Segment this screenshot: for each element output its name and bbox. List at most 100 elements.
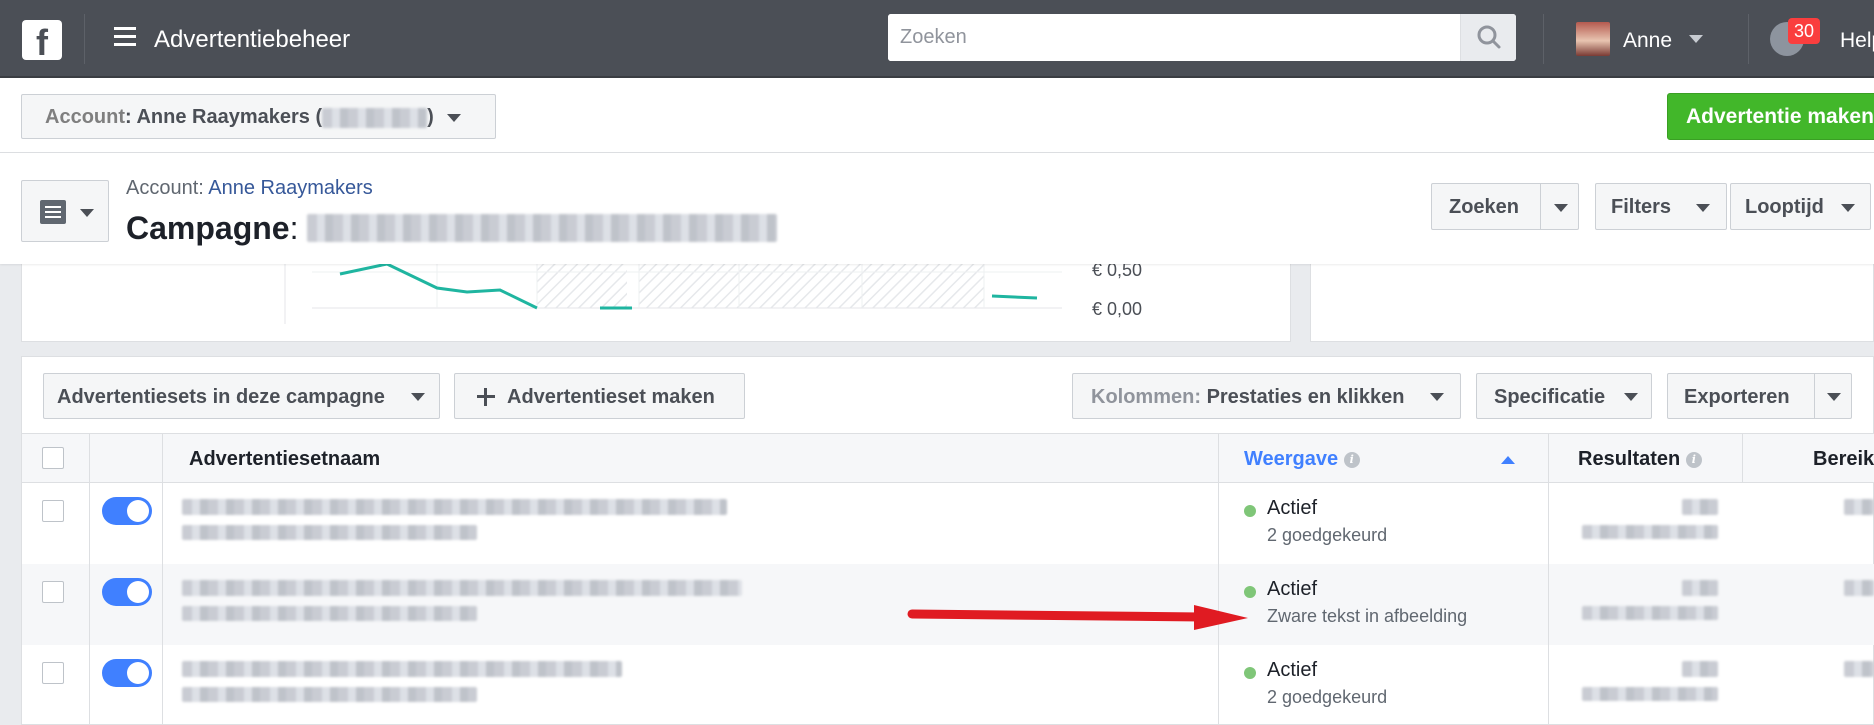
chevron-down-icon xyxy=(447,113,462,122)
delivery-status: Actief xyxy=(1267,659,1318,681)
view-toggle-button[interactable] xyxy=(21,180,109,242)
redacted-results xyxy=(1682,580,1718,596)
row-checkbox[interactable] xyxy=(42,662,64,684)
note-icon xyxy=(40,200,66,224)
adset-toggle[interactable] xyxy=(102,578,152,606)
columns-value: Prestaties en klikken xyxy=(1206,386,1405,408)
select-all-checkbox[interactable] xyxy=(42,447,64,469)
app-title[interactable]: Advertentiebeheer xyxy=(154,26,350,54)
row-checkbox[interactable] xyxy=(42,581,64,603)
account-name: : Anne Raaymakers ( xyxy=(125,106,323,128)
table-row[interactable]: Actief 2 goedgekeurd xyxy=(22,483,1874,564)
results-header-label: Resultaten xyxy=(1578,448,1681,470)
adset-toggle[interactable] xyxy=(102,497,152,525)
table-header: Advertentiesetnaam Weergave i Resultaten… xyxy=(22,433,1874,483)
table-row[interactable]: Actief 2 goedgekeurd xyxy=(22,645,1874,725)
redacted-adset-subtitle xyxy=(182,606,477,621)
redacted-campaign-name xyxy=(307,214,778,242)
divider xyxy=(84,14,85,64)
column-divider xyxy=(162,433,163,725)
redacted-adset-name xyxy=(182,499,727,515)
info-icon[interactable]: i xyxy=(1343,452,1360,468)
account-label: Account xyxy=(45,106,125,128)
avatar[interactable] xyxy=(1576,22,1610,56)
page-title: Campagne: xyxy=(126,210,778,247)
columns-dropdown[interactable]: Kolommen: Prestaties en klikken xyxy=(1072,373,1461,419)
chevron-down-icon xyxy=(1841,204,1855,212)
side-panel xyxy=(1310,264,1874,342)
facebook-logo[interactable]: f xyxy=(22,20,62,60)
divider xyxy=(1540,184,1541,229)
user-name[interactable]: Anne xyxy=(1623,29,1672,53)
status-active-dot xyxy=(1244,667,1256,679)
chevron-down-icon[interactable] xyxy=(1827,393,1841,401)
breadcrumb-account-link[interactable]: Anne Raaymakers xyxy=(208,177,373,199)
sort-ascending-icon[interactable] xyxy=(1501,456,1515,464)
plus-icon xyxy=(477,388,495,406)
column-divider xyxy=(1548,433,1549,725)
chart-tick-label: € 0,50 xyxy=(1092,264,1142,280)
adset-toggle[interactable] xyxy=(102,659,152,687)
user-menu-chevron-down-icon[interactable] xyxy=(1689,35,1703,43)
divider xyxy=(1543,14,1544,64)
adsets-dropdown-label: Advertentiesets in deze campagne xyxy=(57,386,385,408)
column-header-reach[interactable]: Bereik xyxy=(1813,448,1874,471)
delivery-substatus: 2 goedgekeurd xyxy=(1267,525,1388,545)
cost-chart: € 0,50 € 0,00 xyxy=(284,264,1142,324)
breakdown-dropdown[interactable]: Specificatie xyxy=(1476,373,1652,419)
chevron-down-icon xyxy=(1430,393,1444,401)
column-header-results[interactable]: Resultaten i xyxy=(1578,448,1702,471)
search-box xyxy=(888,14,1516,61)
campaign-label: Campagne xyxy=(126,210,290,246)
table-row[interactable]: Actief Zware tekst in afbeelding xyxy=(22,564,1874,645)
filters-button[interactable]: Filters xyxy=(1595,183,1727,230)
account-name-end: ) xyxy=(427,106,434,128)
delivery-header-label: Weergave xyxy=(1244,448,1339,470)
help-link[interactable]: Help xyxy=(1840,29,1874,53)
chart-series-line xyxy=(991,294,1038,300)
campaign-colon: : xyxy=(289,210,308,246)
chevron-down-icon[interactable] xyxy=(1554,204,1568,212)
create-ad-button[interactable]: Advertentie maken xyxy=(1667,93,1874,140)
columns-label: Kolommen: xyxy=(1091,386,1201,408)
status-active-dot xyxy=(1244,586,1256,598)
divider xyxy=(1748,14,1749,64)
column-header-name[interactable]: Advertentiesetnaam xyxy=(189,448,380,471)
chart-no-data-area xyxy=(639,264,984,308)
account-bar: Account: Anne Raaymakers () Advertentie … xyxy=(0,78,1874,153)
redacted-account-id xyxy=(322,107,428,128)
create-adset-button[interactable]: Advertentieset maken xyxy=(454,373,745,419)
redacted-adset-subtitle xyxy=(182,687,477,702)
top-navigation-bar: f Advertentiebeheer Anne 30 Help xyxy=(0,0,1874,78)
search-input[interactable] xyxy=(888,14,1458,61)
search-button[interactable] xyxy=(1460,14,1516,61)
create-adset-label: Advertentieset maken xyxy=(507,386,715,408)
delivery-substatus: 2 goedgekeurd xyxy=(1267,687,1388,707)
delivery-substatus: Zware tekst in afbeelding xyxy=(1267,606,1468,626)
menu-icon[interactable] xyxy=(114,27,136,49)
chart-panel: € 0,50 € 0,00 xyxy=(21,264,1291,342)
search-dropdown-button[interactable]: Zoeken xyxy=(1431,183,1579,230)
column-header-delivery[interactable]: Weergave i xyxy=(1244,448,1360,471)
search-label: Zoeken xyxy=(1449,196,1520,218)
breadcrumb-label: Account: xyxy=(126,177,209,199)
info-icon[interactable]: i xyxy=(1685,452,1702,468)
redacted-adset-subtitle xyxy=(182,525,477,540)
column-divider xyxy=(1218,433,1219,725)
row-checkbox[interactable] xyxy=(42,500,64,522)
chart-series-line xyxy=(339,264,538,310)
chart-tick-label: € 0,00 xyxy=(1092,299,1142,319)
adsets-dropdown[interactable]: Advertentiesets in deze campagne xyxy=(43,373,440,419)
column-divider xyxy=(89,433,90,725)
search-icon xyxy=(1477,25,1501,49)
redacted-adset-name xyxy=(182,580,742,596)
redacted-results xyxy=(1682,661,1718,677)
redacted-results-sub xyxy=(1582,606,1718,620)
export-button[interactable]: Exporteren xyxy=(1667,373,1852,419)
account-selector[interactable]: Account: Anne Raaymakers () xyxy=(21,94,496,139)
breakdown-label: Specificatie xyxy=(1494,386,1606,408)
column-divider xyxy=(1742,433,1743,483)
notification-badge[interactable]: 30 xyxy=(1788,18,1820,44)
divider xyxy=(1814,374,1815,418)
duration-button[interactable]: Looptijd xyxy=(1730,183,1871,230)
